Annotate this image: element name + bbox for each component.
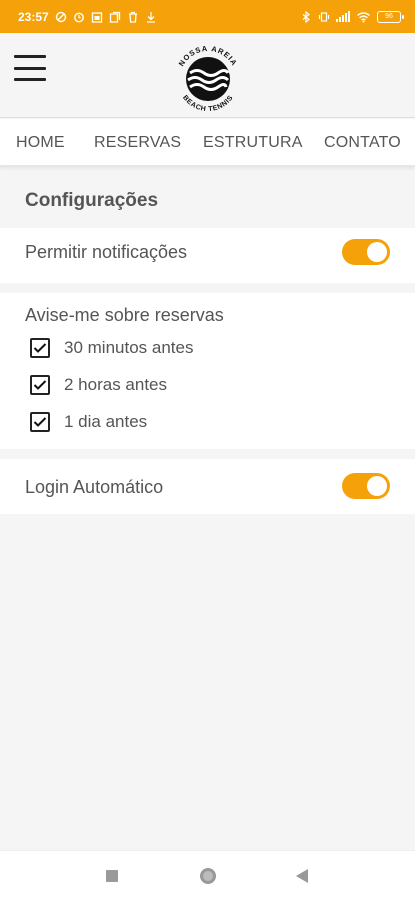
notifications-row: Permitir notificações [0,228,415,283]
notifications-label: Permitir notificações [25,242,188,262]
vibrate-icon [318,11,330,22]
app-header: NOSSA AREIA BEACH TENNIS [0,33,415,118]
reminders-section: Avise-me sobre reservas 30 minutos antes… [0,293,415,449]
status-left: 23:57 [18,10,157,24]
check-icon [33,343,47,353]
reminder-label-30min: 30 minutos antes [64,338,194,357]
wifi-icon [357,11,370,22]
battery-level: 96 [385,13,393,20]
reminder-option-1d[interactable]: 1 dia antes [30,412,147,432]
tab-reservas[interactable]: RESERVAS [94,134,181,152]
status-bar: 23:57 96 [0,0,415,33]
page-title: Configurações [25,190,159,211]
notifications-toggle[interactable] [342,239,390,265]
hamburger-menu-icon[interactable] [14,55,46,81]
checkbox-2h[interactable] [30,375,50,395]
check-icon [33,417,47,427]
tab-estrutura[interactable]: ESTRUTURA [203,134,303,152]
copy-icon [109,11,120,23]
home-icon[interactable] [198,866,218,886]
reminders-label: Avise-me sobre reservas [25,305,224,325]
back-icon[interactable] [295,868,309,884]
download-icon [146,11,155,23]
bluetooth-icon [302,10,310,23]
reminder-label-1d: 1 dia antes [64,412,148,431]
trash-icon [128,11,137,23]
notification-icon [55,11,66,22]
checkbox-1d[interactable] [30,412,50,432]
system-nav-bar [0,850,415,900]
recent-apps-icon[interactable] [105,869,119,883]
main-nav: HOME RESERVAS ESTRUTURA CONTATO [0,119,415,167]
check-icon [33,380,47,390]
reminder-option-30min[interactable]: 30 minutos antes [30,338,193,358]
reminder-label-2h: 2 horas antes [64,375,168,394]
checkbox-30min[interactable] [30,338,50,358]
tab-contato[interactable]: CONTATO [324,134,401,152]
logo: NOSSA AREIA BEACH TENNIS [172,43,244,115]
calendar-icon [91,11,102,23]
battery-icon: 96 [377,10,404,23]
auto-login-label: Login Automático [25,477,164,497]
alarm-icon [73,12,84,22]
reminder-option-2h[interactable]: 2 horas antes [30,375,167,395]
status-time: 23:57 [18,9,49,24]
signal-icon [336,11,350,22]
status-right: 96 [300,10,404,23]
auto-login-toggle[interactable] [342,473,390,499]
tab-home[interactable]: HOME [16,134,65,152]
auto-login-row: Login Automático [0,459,415,514]
